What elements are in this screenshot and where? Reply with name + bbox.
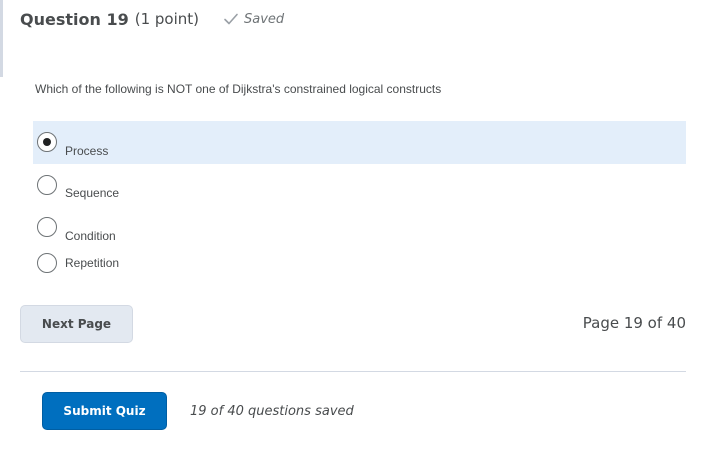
question-points: (1 point) (134, 10, 199, 28)
radio-button[interactable] (37, 217, 57, 237)
radio-button[interactable] (37, 175, 57, 195)
answer-option-sequence[interactable]: Sequence (33, 164, 686, 206)
saved-status: Saved (223, 12, 284, 27)
questions-saved-count: 19 of 40 questions saved (190, 404, 354, 419)
answer-label: Condition (65, 229, 116, 243)
radio-button[interactable] (37, 253, 57, 273)
next-page-button[interactable]: Next Page (20, 305, 133, 343)
answer-option-condition[interactable]: Condition (33, 206, 686, 244)
answer-label: Sequence (65, 186, 120, 200)
page-indicator: Page 19 of 40 (582, 314, 686, 332)
check-icon (224, 13, 238, 25)
answer-option-process[interactable]: Process (33, 121, 686, 164)
radio-selected-dot (43, 138, 51, 146)
question-prompt: Which of the following is NOT one of Dij… (35, 82, 442, 96)
question-left-bar (0, 0, 3, 77)
divider (20, 371, 686, 372)
question-title: Question 19 (20, 9, 129, 29)
answer-label: Process (65, 144, 109, 158)
saved-text: Saved (244, 11, 285, 27)
answer-options: Process Sequence Condition Repetition (33, 121, 686, 280)
answer-label: Repetition (65, 256, 120, 270)
radio-button[interactable] (37, 132, 57, 152)
question-header: Question 19 (1 point) Saved (20, 8, 284, 30)
submit-quiz-button[interactable]: Submit Quiz (42, 392, 167, 430)
answer-option-repetition[interactable]: Repetition (33, 244, 686, 280)
